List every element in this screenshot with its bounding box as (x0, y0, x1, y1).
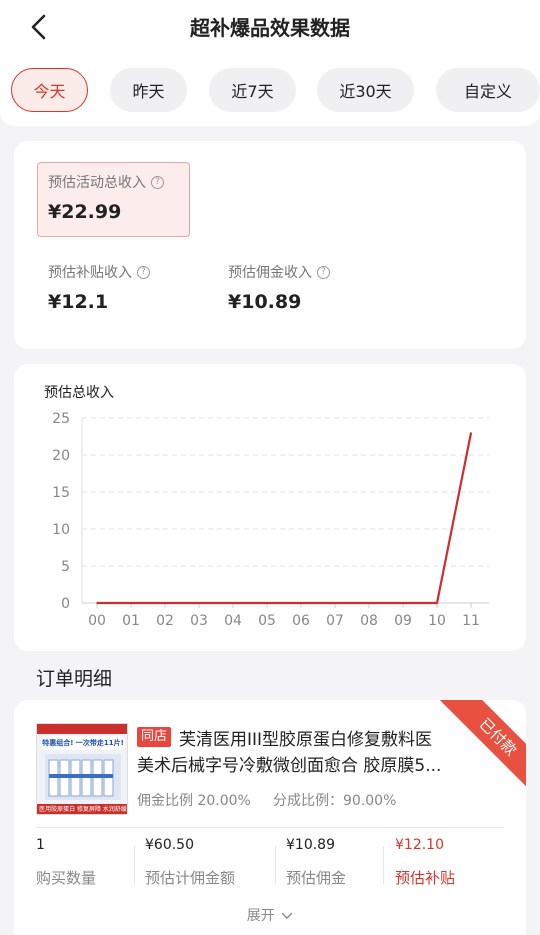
product-boxes-image (45, 754, 121, 800)
x-tick-label: 05 (258, 613, 276, 629)
tab-today[interactable]: 今天 (11, 68, 88, 112)
divider (275, 846, 276, 884)
commission-income-value: ¥10.89 (228, 291, 302, 313)
data-point (368, 602, 370, 604)
subsidy-income-value: ¥12.1 (48, 291, 109, 313)
data-point (402, 602, 404, 604)
question-circle-icon[interactable]: ? (317, 265, 330, 279)
x-tick-label: 01 (122, 613, 140, 629)
share-rate: 分成比例：90.00% (273, 793, 397, 809)
divider (383, 846, 384, 884)
data-point (198, 602, 200, 604)
x-tick-label: 09 (394, 613, 412, 629)
stat-value-subsidy: ¥12.10 (395, 837, 444, 853)
commission-rate: 佣金比例 20.00% (137, 793, 251, 809)
data-point (334, 602, 336, 604)
thumbnail-caption: 医用胶原蛋白 修复屏障 水润舒缓 (37, 804, 127, 814)
tab-last-30-days[interactable]: 近30天 (317, 68, 414, 112)
stat-label-subsidy: 预估补贴 (395, 869, 456, 887)
data-point (164, 602, 166, 604)
order-card[interactable]: 已付款 特惠组合! 一次带走11片! 医用胶原蛋白 修复屏障 水润舒缓 同店 芙… (14, 700, 526, 935)
data-point (232, 602, 234, 604)
page-title: 超补爆品效果数据 (190, 16, 350, 40)
commission-income-label: 预估佣金收入 ? (228, 262, 330, 282)
stat-label-commission-base: 预估计佣金额 (145, 869, 236, 887)
x-tick-label: 02 (156, 613, 174, 629)
stat-label-quantity: 购买数量 (36, 869, 97, 887)
product-name-line-2[interactable]: 美术后械字号冷敷微创面愈合 胶原膜5... (137, 751, 441, 776)
top-bar: 超补爆品效果数据 今天 昨天 近7天 近30天 自定义 (0, 0, 540, 126)
y-tick-label: 25 (52, 411, 70, 427)
data-point (300, 602, 302, 604)
stat-value-quantity: 1 (36, 837, 45, 853)
income-chart-card: 预估总收入 0 5 10 15 20 25 00 01 02 03 04 05 06 07 08 09 10 11 (14, 364, 526, 651)
x-tick-label: 04 (224, 613, 242, 629)
series-line (97, 432, 473, 605)
income-summary-card: 预估活动总收入 ? ¥22.99 预估补贴收入 ? ¥12.1 预估佣金收入 ?… (14, 141, 526, 349)
tab-last-7-days[interactable]: 近7天 (209, 68, 296, 112)
divider (36, 827, 504, 828)
x-tick-label: 10 (428, 613, 446, 629)
question-circle-icon[interactable]: ? (151, 175, 164, 189)
data-point (96, 602, 98, 604)
y-tick-label: 0 (61, 596, 70, 612)
y-tick-label: 10 (52, 522, 70, 538)
section-title-orders: 订单明细 (36, 668, 113, 690)
stat-value-commission-base: ¥60.50 (145, 837, 194, 853)
y-tick-label: 5 (61, 559, 70, 575)
data-point (266, 602, 268, 604)
income-line-chart: 051015202500 01 02 03 04 05 06 07 08 09 10 11 (52, 411, 489, 629)
x-tick-label: 03 (190, 613, 208, 629)
total-income-value: ¥22.99 (48, 201, 122, 223)
stat-value-commission: ¥10.89 (286, 837, 335, 853)
product-thumbnail[interactable]: 特惠组合! 一次带走11片! 医用胶原蛋白 修复屏障 水润舒缓 (36, 723, 128, 815)
date-range-tabs: 今天 昨天 近7天 近30天 自定义 (11, 68, 540, 112)
divider (134, 846, 135, 884)
data-point (470, 432, 472, 434)
y-tick-label: 15 (52, 485, 70, 501)
question-circle-icon[interactable]: ? (137, 265, 150, 279)
x-tick-label: 11 (462, 613, 480, 629)
tab-yesterday[interactable]: 昨天 (110, 68, 187, 112)
x-tick-label: 08 (360, 613, 378, 629)
total-income-label: 预估活动总收入 ? (48, 172, 164, 192)
x-tick-label: 00 (88, 613, 106, 629)
stat-label-commission: 预估佣金 (286, 869, 347, 887)
subsidy-income-label: 预估补贴收入 ? (48, 262, 150, 282)
expand-label: 展开 (246, 908, 275, 924)
store-tag: 同店 (137, 727, 172, 747)
tab-custom[interactable]: 自定义 (436, 68, 540, 112)
x-tick-label: 06 (292, 613, 310, 629)
chevron-down-icon (282, 912, 293, 919)
y-tick-label: 20 (52, 448, 70, 464)
status-badge: 已付款 (434, 700, 526, 801)
data-point (130, 602, 132, 604)
expand-button[interactable]: 展开 (14, 905, 526, 925)
data-point (436, 602, 438, 604)
x-tick-label: 07 (326, 613, 344, 629)
product-name-line-1[interactable]: 芙清医用III型胶原蛋白修复敷料医 (179, 725, 432, 750)
